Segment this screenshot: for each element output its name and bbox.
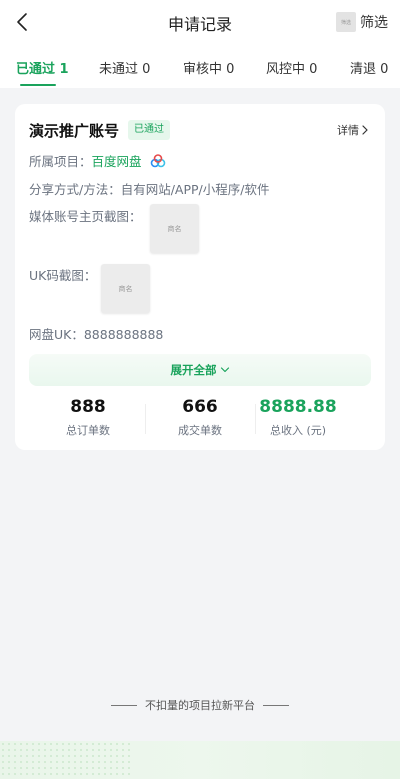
chevron-down-icon xyxy=(220,367,229,373)
uk-screenshot-thumbnail[interactable]: 商名 xyxy=(101,264,150,313)
tab-risk-control[interactable]: 风控中 0 xyxy=(266,58,317,77)
filter-icon: 筛选 xyxy=(336,12,356,32)
application-card: 演示推广账号 已通过 详情 所属项目：百度网盘 分享方式/方法：自有网站/APP… xyxy=(15,104,385,450)
footer-divider-right xyxy=(263,704,289,706)
filter-button[interactable]: 筛选 筛选 xyxy=(336,10,388,34)
stat-value: 8888.88 xyxy=(259,397,337,417)
footer-slogan: 不扣量的项目拉新平台 xyxy=(0,697,400,713)
status-tabs: 已通过 1 未通过 0 审核中 0 风控中 0 清退 0 xyxy=(0,46,400,88)
expand-all-button[interactable]: 展开全部 xyxy=(29,354,371,386)
account-name: 演示推广账号 xyxy=(29,122,120,140)
stat-value: 666 xyxy=(182,397,218,417)
tab-count: 1 xyxy=(59,62,69,77)
status-badge: 已通过 xyxy=(128,120,170,140)
tab-count: 0 xyxy=(226,62,235,77)
chevron-right-icon xyxy=(362,125,368,135)
stat-label: 成交单数 xyxy=(178,424,222,437)
tab-label: 清退 xyxy=(350,62,377,77)
pan-uk-label: 网盘UK： xyxy=(29,327,84,342)
page-title: 申请记录 xyxy=(167,15,232,34)
filter-label: 筛选 xyxy=(360,15,388,31)
baidu-pan-logo-icon xyxy=(150,154,165,168)
tab-reviewing[interactable]: 审核中 0 xyxy=(183,58,234,77)
tab-label: 已通过 xyxy=(16,62,56,77)
active-tab-indicator xyxy=(20,84,56,86)
project-label: 所属项目： xyxy=(29,154,92,169)
tab-count: 0 xyxy=(380,62,389,77)
stat-label: 总订单数 xyxy=(66,424,110,437)
project-value: 百度网盘 xyxy=(91,154,142,169)
tab-cleared[interactable]: 清退 0 xyxy=(350,58,388,77)
detail-link[interactable]: 详情 xyxy=(337,122,369,138)
tab-approved[interactable]: 已通过 1 xyxy=(16,58,69,77)
stat-value: 888 xyxy=(70,397,106,417)
uk-screenshot-label: UK码截图： xyxy=(29,268,97,283)
navigation-bar: 申请记录 筛选 筛选 xyxy=(0,0,400,46)
tab-label: 未通过 xyxy=(99,62,139,77)
bottom-decoration xyxy=(0,741,400,779)
footer-divider-left xyxy=(111,704,137,706)
expand-label: 展开全部 xyxy=(170,363,217,377)
footer-text: 不扣量的项目拉新平台 xyxy=(145,699,255,712)
share-method-row: 分享方式/方法：自有网站/APP/小程序/软件 xyxy=(29,179,269,198)
tab-rejected[interactable]: 未通过 0 xyxy=(99,58,150,77)
share-value: 自有网站/APP/小程序/软件 xyxy=(120,182,270,197)
pan-uk-row: 网盘UK：8888888888 xyxy=(29,324,163,343)
tab-count: 0 xyxy=(309,62,318,77)
pan-uk-value: 8888888888 xyxy=(83,327,164,342)
stat-total-income: 8888.88 总收入 (元) xyxy=(243,396,353,438)
tab-label: 审核中 xyxy=(183,62,223,77)
chevron-left-icon xyxy=(17,13,27,31)
project-row: 所属项目：百度网盘 xyxy=(29,151,166,170)
detail-label: 详情 xyxy=(337,124,359,137)
tab-label: 风控中 xyxy=(266,62,306,77)
dot-pattern xyxy=(0,741,130,779)
tab-count: 0 xyxy=(142,62,151,77)
stat-total-orders: 888 总订单数 xyxy=(33,396,143,438)
share-label: 分享方式/方法： xyxy=(29,182,121,197)
media-screenshot-thumbnail[interactable]: 商名 xyxy=(150,204,199,253)
back-button[interactable] xyxy=(14,10,34,34)
stat-label: 总收入 (元) xyxy=(269,424,327,437)
media-screenshot-label: 媒体账号主页截图： xyxy=(29,209,142,224)
stat-closed-orders: 666 成交单数 xyxy=(145,396,255,438)
